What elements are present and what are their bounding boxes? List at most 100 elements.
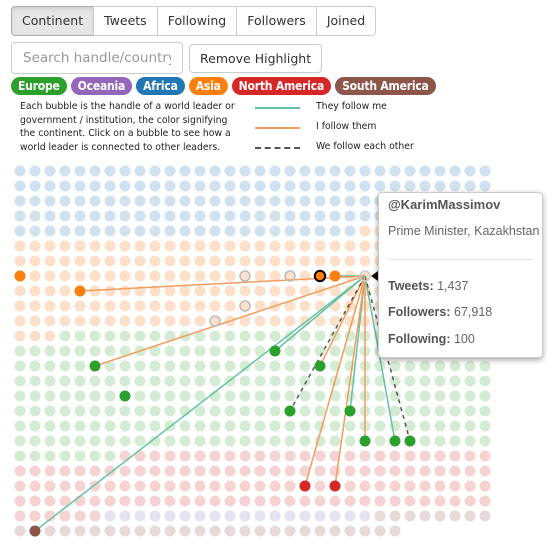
bubble-europe[interactable] (29, 390, 41, 402)
bubble-oceania[interactable] (224, 510, 236, 522)
bubble-asia[interactable] (359, 240, 371, 252)
bubble-asia[interactable] (74, 270, 86, 282)
bubble-europe[interactable] (284, 435, 296, 447)
bubble-europe[interactable] (374, 420, 386, 432)
bubble-africa[interactable] (134, 195, 146, 207)
bubble-africa[interactable] (104, 165, 116, 177)
bubble-north-america[interactable] (194, 480, 206, 492)
bubble-asia[interactable] (74, 300, 86, 312)
bubble-asia[interactable] (134, 255, 146, 267)
bubble-north-america[interactable] (164, 465, 176, 477)
bubble-africa[interactable] (194, 210, 206, 222)
bubble-north-america[interactable] (434, 495, 446, 507)
bubble-south-america[interactable] (374, 510, 386, 522)
bubble-connected[interactable] (329, 480, 341, 492)
badge-asia[interactable]: Asia (188, 77, 228, 95)
bubble-asia[interactable] (29, 240, 41, 252)
bubble-europe[interactable] (29, 450, 41, 462)
bubble-connected[interactable] (359, 435, 371, 447)
bubble-africa[interactable] (254, 180, 266, 192)
remove-highlight-button[interactable]: Remove Highlight (189, 44, 323, 73)
bubble-europe[interactable] (104, 330, 116, 342)
bubble-asia[interactable] (359, 225, 371, 237)
bubble-oceania[interactable] (179, 510, 191, 522)
bubble-asia[interactable] (209, 285, 221, 297)
bubble-africa[interactable] (14, 210, 26, 222)
bubble-africa[interactable] (149, 195, 161, 207)
bubble-south-america[interactable] (239, 525, 251, 537)
bubble-south-america[interactable] (59, 525, 71, 537)
bubble-asia[interactable] (74, 315, 86, 327)
bubble-europe[interactable] (14, 360, 26, 372)
bubble-asia[interactable] (314, 255, 326, 267)
bubble-africa[interactable] (74, 165, 86, 177)
bubble-north-america[interactable] (269, 495, 281, 507)
sort-following-button[interactable]: Following (156, 6, 238, 36)
bubble-europe[interactable] (119, 405, 131, 417)
bubble-africa[interactable] (29, 180, 41, 192)
bubble-africa[interactable] (464, 165, 476, 177)
bubble-north-america[interactable] (269, 480, 281, 492)
bubble-africa[interactable] (344, 210, 356, 222)
bubble-asia[interactable] (59, 285, 71, 297)
bubble-europe[interactable] (404, 375, 416, 387)
bubble-north-america[interactable] (464, 480, 476, 492)
bubble-europe[interactable] (449, 420, 461, 432)
bubble-north-america[interactable] (464, 450, 476, 462)
bubble-asia[interactable] (89, 240, 101, 252)
bubble-north-america[interactable] (119, 495, 131, 507)
bubble-asia[interactable] (59, 315, 71, 327)
bubble-south-america[interactable] (314, 525, 326, 537)
bubble-connected[interactable] (29, 525, 41, 537)
bubble-south-america[interactable] (389, 510, 401, 522)
bubble-north-america[interactable] (254, 495, 266, 507)
bubble-north-america[interactable] (14, 510, 26, 522)
bubble-south-america[interactable] (44, 525, 56, 537)
bubble-asia[interactable] (239, 285, 251, 297)
bubble-africa[interactable] (89, 225, 101, 237)
bubble-africa[interactable] (284, 180, 296, 192)
bubble-north-america[interactable] (119, 450, 131, 462)
bubble-africa[interactable] (179, 195, 191, 207)
bubble-asia[interactable] (104, 255, 116, 267)
bubble-south-america[interactable] (299, 525, 311, 537)
bubble-africa[interactable] (344, 195, 356, 207)
bubble-europe[interactable] (419, 375, 431, 387)
bubble-africa[interactable] (164, 195, 176, 207)
bubble-europe[interactable] (104, 345, 116, 357)
bubble-africa[interactable] (209, 165, 221, 177)
bubble-south-america[interactable] (434, 510, 446, 522)
bubble-asia[interactable] (299, 255, 311, 267)
bubble-africa[interactable] (329, 195, 341, 207)
bubble-europe[interactable] (254, 420, 266, 432)
bubble-south-america[interactable] (194, 525, 206, 537)
bubble-north-america[interactable] (74, 510, 86, 522)
bubble-asia[interactable] (44, 330, 56, 342)
bubble-north-america[interactable] (284, 450, 296, 462)
bubble-oceania[interactable] (239, 510, 251, 522)
bubble-asia[interactable] (134, 300, 146, 312)
bubble-europe[interactable] (374, 435, 386, 447)
bubble-asia[interactable] (44, 270, 56, 282)
bubble-north-america[interactable] (194, 495, 206, 507)
bubble-europe[interactable] (164, 390, 176, 402)
bubble-north-america[interactable] (239, 495, 251, 507)
bubble-asia[interactable] (14, 240, 26, 252)
bubble-africa[interactable] (224, 165, 236, 177)
bubble-asia[interactable] (194, 255, 206, 267)
bubble-africa[interactable] (329, 180, 341, 192)
bubble-europe[interactable] (29, 360, 41, 372)
sort-followers-button[interactable]: Followers (236, 6, 317, 36)
bubble-oceania[interactable] (269, 510, 281, 522)
bubble-asia[interactable] (29, 300, 41, 312)
bubble-north-america[interactable] (209, 495, 221, 507)
bubble-europe[interactable] (224, 360, 236, 372)
bubble-south-america[interactable] (179, 525, 191, 537)
bubble-europe[interactable] (134, 330, 146, 342)
bubble-south-america[interactable] (269, 525, 281, 537)
bubble-europe[interactable] (74, 390, 86, 402)
bubble-africa[interactable] (299, 225, 311, 237)
bubble-asia[interactable] (104, 315, 116, 327)
bubble-africa[interactable] (239, 195, 251, 207)
bubble-africa[interactable] (89, 210, 101, 222)
